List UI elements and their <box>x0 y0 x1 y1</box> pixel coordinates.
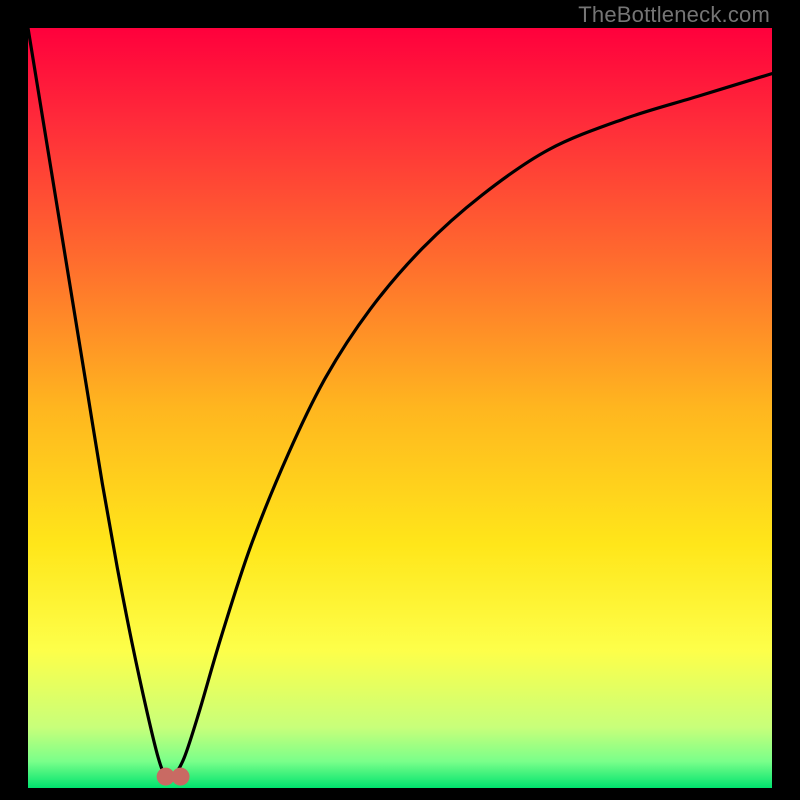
watermark-text: TheBottleneck.com <box>578 2 770 28</box>
bottleneck-chart <box>28 28 772 788</box>
marker-min-right <box>172 768 190 786</box>
